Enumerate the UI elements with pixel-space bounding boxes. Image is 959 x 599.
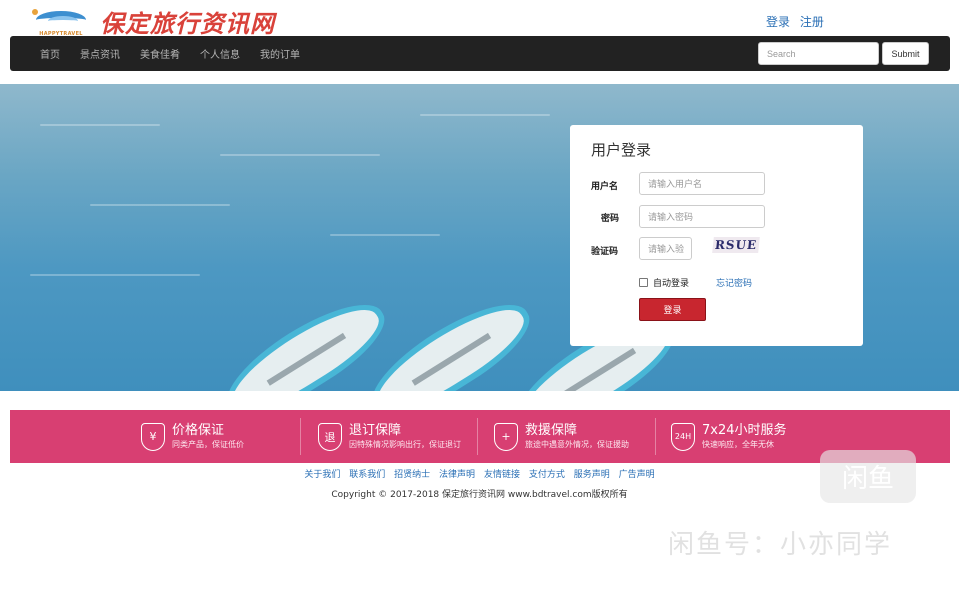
- search-submit-button[interactable]: Submit: [882, 42, 929, 65]
- site-title: 保定旅行资讯网: [100, 9, 275, 38]
- captcha-input[interactable]: [639, 237, 692, 260]
- footer-link-about[interactable]: 关于我们: [304, 470, 340, 480]
- water-ripple: [30, 274, 200, 276]
- water-ripple: [220, 154, 380, 156]
- logo-wave-inner: [48, 15, 78, 26]
- nav-item-profile[interactable]: 个人信息: [200, 46, 240, 61]
- boat-seat: [266, 332, 347, 386]
- divider: [655, 418, 656, 455]
- guarantee-subtitle: 快速响应，全年无休: [702, 439, 774, 449]
- boat-image: [212, 285, 398, 391]
- captcha-image[interactable]: RSUE: [712, 237, 760, 253]
- login-card: 用户登录 用户名 密码 验证码 RSUE 自动登录 忘记密码 登录: [570, 125, 863, 346]
- password-label: 密码: [601, 214, 620, 224]
- logo-mark: HAPPYTRAVEL: [30, 7, 92, 37]
- water-ripple: [40, 124, 160, 126]
- register-link[interactable]: 注册: [800, 15, 824, 29]
- auth-links: 登录 注册: [766, 13, 830, 30]
- footer-link-payment[interactable]: 支付方式: [529, 470, 565, 480]
- remember-checkbox[interactable]: [639, 278, 648, 287]
- remember-label: 自动登录: [653, 279, 690, 289]
- watermark-logo: 闲鱼: [820, 450, 916, 503]
- guarantee-title: 价格保证: [172, 422, 225, 438]
- shield-24h-icon: 24H: [671, 422, 695, 451]
- water-ripple: [90, 204, 230, 206]
- nav-item-food[interactable]: 美食佳肴: [140, 46, 180, 61]
- guarantee-band: ¥ 价格保证 同类产品，保证低价 退 退订保障 因特殊情况影响出行，保证退订 +…: [10, 410, 950, 463]
- main-navbar: 首页 景点资讯 美食佳肴 个人信息 我的订单 Submit: [10, 36, 950, 71]
- boat-seat: [556, 347, 637, 391]
- search-input[interactable]: [758, 42, 879, 65]
- watermark-text: 闲鱼号：小亦同学: [668, 530, 893, 560]
- boat-image: [357, 285, 543, 391]
- footer-links: 关于我们 联系我们 招贤纳士 法律声明 友情链接 支付方式 服务声明 广告声明: [0, 467, 959, 480]
- shield-yen-icon: ¥: [141, 422, 165, 451]
- divider: [477, 418, 478, 455]
- guarantee-subtitle: 因特殊情况影响出行，保证退订: [349, 439, 461, 449]
- logo-sun-icon: [32, 8, 38, 15]
- login-title: 用户登录: [591, 141, 652, 159]
- copyright-text: Copyright © 2017-2018 保定旅行资讯网 www.bdtrav…: [331, 490, 628, 500]
- footer-link-friends[interactable]: 友情链接: [484, 470, 520, 480]
- guarantee-title: 退订保障: [349, 422, 402, 438]
- remember-me[interactable]: 自动登录: [639, 276, 689, 289]
- footer-link-legal[interactable]: 法律声明: [439, 470, 475, 480]
- page: HAPPYTRAVEL 保定旅行资讯网 登录 注册 首页 景点资讯 美食佳肴 个…: [0, 0, 959, 599]
- password-input[interactable]: [639, 205, 765, 228]
- username-label: 用户名: [591, 182, 619, 192]
- nav-item-orders[interactable]: 我的订单: [260, 46, 300, 61]
- nav-item-attractions[interactable]: 景点资讯: [80, 46, 120, 61]
- shield-medical-icon: +: [494, 422, 518, 451]
- guarantee-rescue: + 救援保障 旅途中遇意外情况，保证援助: [494, 410, 629, 463]
- shield-refund-icon: 退: [318, 422, 342, 451]
- guarantee-subtitle: 旅途中遇意外情况，保证援助: [525, 439, 629, 449]
- guarantee-refund: 退 退订保障 因特殊情况影响出行，保证退订: [318, 410, 461, 463]
- guarantee-subtitle: 同类产品，保证低价: [172, 439, 244, 449]
- login-link[interactable]: 登录: [766, 15, 790, 29]
- username-input[interactable]: [639, 172, 765, 195]
- footer-link-ads[interactable]: 广告声明: [619, 470, 655, 480]
- boat-seat: [411, 332, 492, 386]
- guarantee-service: 24H 7x24小时服务 快速响应，全年无休: [671, 410, 787, 463]
- guarantee-title: 救援保障: [525, 422, 578, 438]
- site-logo[interactable]: HAPPYTRAVEL 保定旅行资讯网: [30, 4, 275, 39]
- water-ripple: [330, 234, 440, 236]
- footer-link-contact[interactable]: 联系我们: [349, 470, 385, 480]
- divider: [300, 418, 301, 455]
- water-ripple: [420, 114, 550, 116]
- nav-item-home[interactable]: 首页: [40, 46, 60, 61]
- forgot-password-link[interactable]: 忘记密码: [716, 276, 752, 289]
- guarantee-title: 7x24小时服务: [702, 422, 787, 438]
- captcha-label: 验证码: [591, 247, 619, 257]
- footer-link-careers[interactable]: 招贤纳士: [394, 470, 430, 480]
- guarantee-price: ¥ 价格保证 同类产品，保证低价: [141, 410, 244, 463]
- login-button[interactable]: 登录: [639, 298, 706, 321]
- footer-link-service[interactable]: 服务声明: [574, 470, 610, 480]
